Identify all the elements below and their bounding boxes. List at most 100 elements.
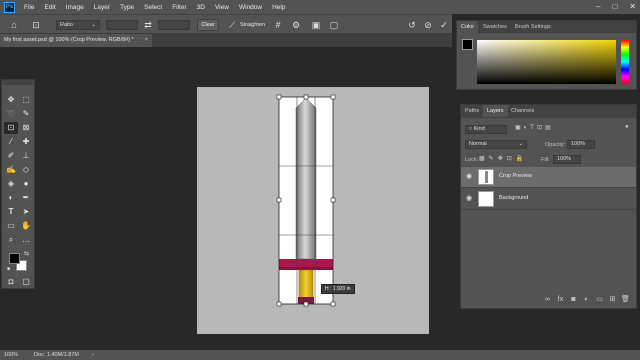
- width-field[interactable]: [106, 20, 138, 30]
- crop-handle-left[interactable]: [276, 197, 282, 203]
- eyedropper-tool-icon[interactable]: ⁄: [4, 136, 18, 148]
- move-tool-icon[interactable]: ✥: [4, 94, 18, 106]
- tab-layers[interactable]: Layers: [483, 105, 508, 117]
- tab-brush-settings[interactable]: Brush Settings: [511, 21, 555, 33]
- clone-stamp-tool-icon[interactable]: ⊥: [19, 150, 33, 162]
- clear-button[interactable]: Clear: [197, 19, 219, 31]
- crop-handle-bottom[interactable]: [303, 301, 309, 307]
- crop-handle-top[interactable]: [303, 94, 309, 100]
- magic-wand-tool-icon[interactable]: ✎: [19, 108, 33, 120]
- menu-help[interactable]: Help: [267, 4, 290, 11]
- layer-row-crop-preview[interactable]: ◉ Crop Preview: [461, 167, 636, 188]
- trash-icon[interactable]: 🗑: [621, 295, 630, 304]
- blur-tool-icon[interactable]: ●: [19, 178, 33, 190]
- color-picker-field[interactable]: [477, 40, 616, 84]
- panel-foreground-swatch[interactable]: [462, 39, 473, 50]
- close-window-button[interactable]: ✕: [629, 2, 636, 11]
- height-field[interactable]: [158, 20, 190, 30]
- menu-image[interactable]: Image: [61, 4, 89, 11]
- hand-tool-icon[interactable]: ✋: [19, 220, 33, 232]
- swap-icon[interactable]: ⇄: [142, 19, 154, 31]
- swap-colors-icon[interactable]: ⇆: [24, 250, 29, 257]
- adjustment-layer-icon[interactable]: ◐: [582, 295, 591, 304]
- visibility-eye-icon[interactable]: ◉: [465, 173, 473, 181]
- delete-cropped-pixels-icon[interactable]: ▣: [310, 19, 322, 31]
- crop-tool-preset-icon[interactable]: ⊡: [30, 19, 42, 31]
- visibility-eye-icon[interactable]: ◉: [465, 195, 473, 203]
- crop-handle-bottom-left[interactable]: [276, 301, 282, 307]
- quick-mask-icon[interactable]: ◘: [4, 276, 18, 288]
- maximize-button[interactable]: □: [612, 2, 617, 11]
- opacity-field[interactable]: 100%: [567, 140, 595, 149]
- search-icon: ⌕: [469, 126, 473, 132]
- fill-field[interactable]: 100%: [553, 155, 581, 164]
- type-tool-icon[interactable]: T: [4, 206, 18, 218]
- layer-style-icon[interactable]: fx: [556, 295, 565, 304]
- menu-type[interactable]: Type: [115, 4, 139, 11]
- zoom-level[interactable]: 100%: [4, 350, 18, 360]
- toolbar-grip[interactable]: [2, 80, 34, 85]
- tab-swatches[interactable]: Swatches: [479, 21, 511, 33]
- document-tab[interactable]: My first asset.psd @ 100% (Crop Preview,…: [0, 34, 152, 47]
- tab-color[interactable]: Color: [457, 21, 479, 33]
- reset-icon[interactable]: ↺: [406, 19, 418, 31]
- menu-3d[interactable]: 3D: [192, 4, 210, 11]
- close-tab-icon[interactable]: ×: [145, 34, 148, 47]
- blend-mode-select[interactable]: Normal ⌄: [465, 140, 527, 149]
- menu-layer[interactable]: Layer: [89, 4, 115, 11]
- screen-mode-icon[interactable]: ▢: [19, 276, 33, 288]
- zoom-tool-icon[interactable]: ⌕: [4, 234, 18, 246]
- overlay-grid-icon[interactable]: #: [272, 19, 284, 31]
- home-icon[interactable]: ⌂: [8, 19, 20, 31]
- hue-slider[interactable]: [621, 40, 629, 84]
- layer-filter-select[interactable]: ⌕ Kind: [465, 125, 507, 134]
- menu-file[interactable]: File: [19, 4, 39, 11]
- menu-edit[interactable]: Edit: [39, 4, 60, 11]
- chevron-down-icon: ⌄: [518, 141, 523, 147]
- menu-view[interactable]: View: [210, 4, 234, 11]
- new-layer-icon[interactable]: ⊞: [608, 295, 617, 304]
- default-colors-icon[interactable]: ■: [7, 266, 10, 272]
- document-canvas[interactable]: H : 1.920 in: [197, 87, 429, 334]
- straighten-icon[interactable]: ⟋: [226, 19, 238, 31]
- healing-brush-tool-icon[interactable]: ✚: [19, 136, 33, 148]
- commit-icon[interactable]: ✓: [438, 19, 450, 31]
- menu-filter[interactable]: Filter: [167, 4, 191, 11]
- status-menu-arrow[interactable]: ›: [92, 350, 94, 360]
- add-mask-icon[interactable]: ◙: [569, 295, 578, 304]
- lock-icons[interactable]: ▦✎✥⊡🔒: [479, 155, 527, 162]
- dodge-tool-icon[interactable]: ◐: [4, 192, 18, 204]
- menu-window[interactable]: Window: [234, 4, 267, 11]
- menu-select[interactable]: Select: [139, 4, 167, 11]
- ratio-select[interactable]: Ratio ⌄: [56, 20, 100, 30]
- pen-tool-icon[interactable]: ✒: [19, 192, 33, 204]
- brush-tool-icon[interactable]: ✐: [4, 150, 18, 162]
- crop-tool-icon[interactable]: ⊡: [4, 122, 18, 134]
- crop-handle-bottom-right[interactable]: [330, 301, 336, 307]
- cancel-icon[interactable]: ⊘: [422, 19, 434, 31]
- new-group-icon[interactable]: ▭: [595, 295, 604, 304]
- rectangle-tool-icon[interactable]: ▭: [4, 220, 18, 232]
- path-selection-tool-icon[interactable]: ➤: [19, 206, 33, 218]
- filter-toggle-icon[interactable]: ●: [625, 124, 629, 130]
- gear-icon[interactable]: ⚙: [290, 19, 302, 31]
- paint-bucket-tool-icon[interactable]: ◈: [4, 178, 18, 190]
- more-tools-icon[interactable]: …: [19, 234, 33, 246]
- straighten-label[interactable]: Straighten: [240, 22, 265, 28]
- foreground-color-swatch[interactable]: [9, 253, 20, 264]
- tab-channels[interactable]: Channels: [507, 105, 538, 117]
- lasso-tool-icon[interactable]: ➰: [4, 108, 18, 120]
- link-layers-icon[interactable]: ∞: [543, 295, 552, 304]
- layer-row-background[interactable]: ◉ Background: [461, 189, 636, 210]
- tab-paths[interactable]: Paths: [461, 105, 483, 117]
- eraser-tool-icon[interactable]: ◇: [19, 164, 33, 176]
- frame-tool-icon[interactable]: ⊠: [19, 122, 33, 134]
- crop-handle-right[interactable]: [330, 197, 336, 203]
- history-brush-tool-icon[interactable]: ✍: [4, 164, 18, 176]
- content-aware-icon[interactable]: ▢: [328, 19, 340, 31]
- marquee-tool-icon[interactable]: ⬚: [19, 94, 33, 106]
- crop-handle-top-right[interactable]: [330, 94, 336, 100]
- crop-handle-top-left[interactable]: [276, 94, 282, 100]
- minimize-button[interactable]: –: [596, 2, 600, 11]
- layer-filter-icons[interactable]: ▣◐T⊡▤: [515, 124, 554, 131]
